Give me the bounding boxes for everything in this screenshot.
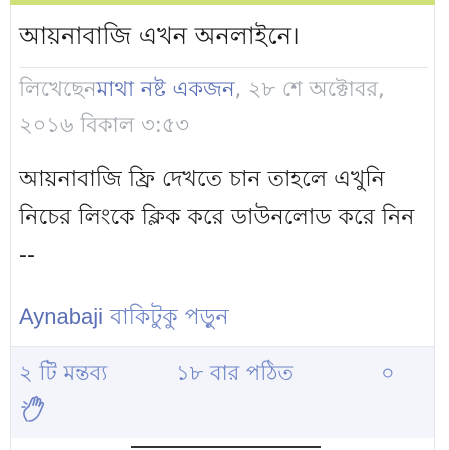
next-post-peek	[11, 438, 434, 450]
hand-icon[interactable]	[21, 395, 47, 423]
readmore-line: Aynabaji বাকিটুকু পড়ুন	[19, 297, 429, 338]
meta-prefix: লিখেছেন	[19, 77, 97, 101]
comments-count-link[interactable]: ২ টি মন্তব্য	[19, 355, 107, 391]
post-excerpt: আয়নাবাজি ফ্রি দেখতে চান তাহলে এখুনি নিচ…	[19, 167, 415, 268]
post-meta: লিখেছেনমাথা নষ্ট একজন, ২৮ শে অক্টোবর, ২০…	[19, 71, 429, 143]
author-link[interactable]: মাথা নষ্ট একজন	[97, 77, 235, 101]
post-frame: আয়নাবাজি এখন অনলাইনে। লিখেছেনমাথা নষ্ট …	[0, 0, 449, 450]
post-card: আয়নাবাজি এখন অনলাইনে। লিখেছেনমাথা নষ্ট …	[10, 5, 435, 450]
next-post-title-cut	[131, 446, 321, 450]
hand-icon-svg	[21, 396, 45, 422]
title-divider	[19, 67, 428, 68]
views-count: ১৮ বার পঠিত	[176, 361, 294, 385]
likes-count: ০	[381, 361, 395, 385]
read-more-link[interactable]: বাকিটুকু পড়ুন	[110, 305, 228, 330]
post-title[interactable]: আয়নাবাজি এখন অনলাইনে।	[19, 19, 429, 53]
post-footer: ২ টি মন্তব্য ১৮ বার পঠিত ০	[11, 346, 434, 438]
keyword-link[interactable]: Aynabaji	[19, 304, 103, 329]
